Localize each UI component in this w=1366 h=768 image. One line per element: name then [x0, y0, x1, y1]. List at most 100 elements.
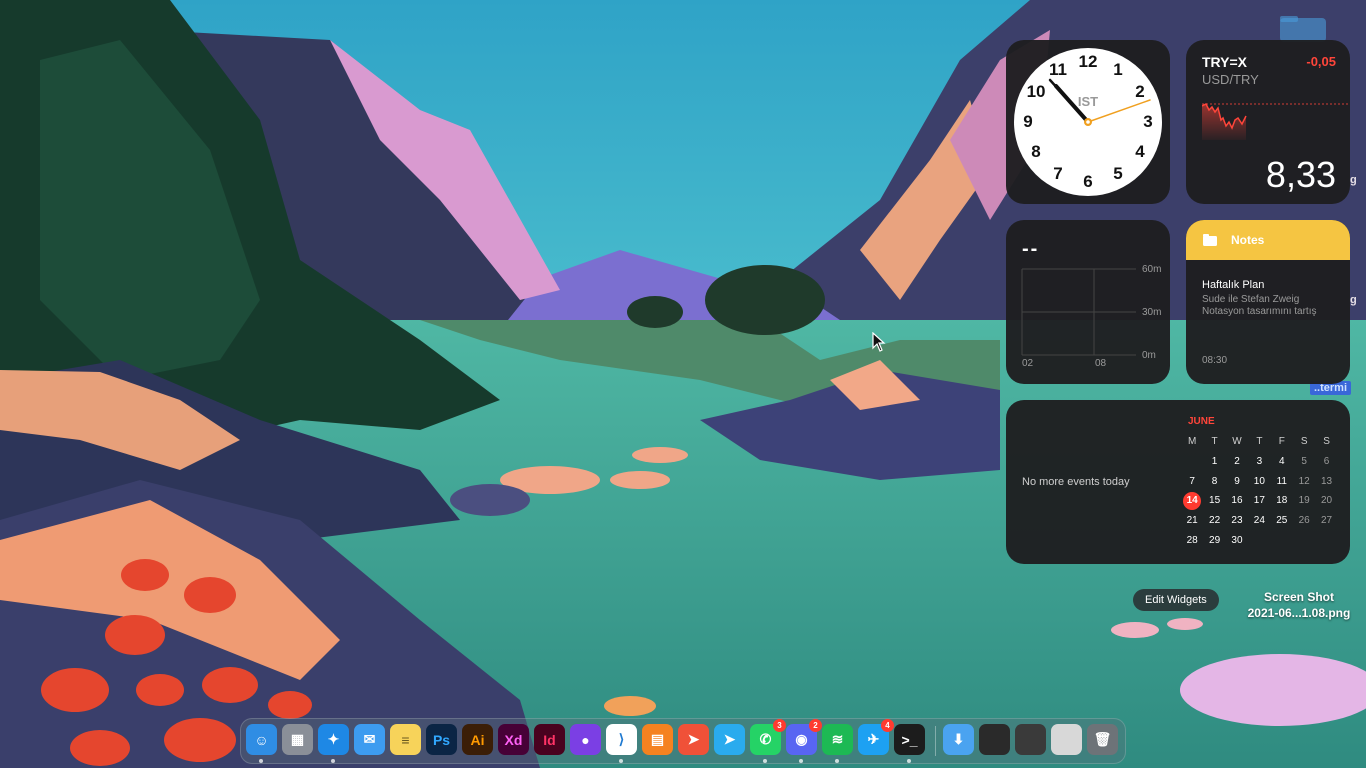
dock-window-1-icon[interactable]: [979, 724, 1010, 755]
calendar-day[interactable]: 10: [1248, 472, 1270, 492]
dock-window-2-icon[interactable]: [1015, 724, 1046, 755]
calendar-day[interactable]: 9: [1226, 472, 1248, 492]
dock-separator: [935, 726, 936, 756]
folder-icon: [1203, 234, 1217, 246]
note-time: 08:30: [1202, 355, 1228, 366]
calendar-empty-cell: [1271, 531, 1293, 551]
dock-app-discord-icon[interactable]: ◉ 2: [786, 719, 822, 755]
dock-app-launchpad-icon[interactable]: ▦: [282, 724, 313, 755]
calendar-day[interactable]: 19: [1293, 491, 1315, 511]
calendar-day[interactable]: 30: [1226, 531, 1248, 551]
stocks-widget[interactable]: TRY=X -0,05 USD/TRY 8,33: [1186, 40, 1350, 204]
clock-hands: [1048, 78, 1151, 126]
screen-time-xlabel-08: 08: [1095, 358, 1107, 369]
calendar-day[interactable]: 12: [1293, 472, 1315, 492]
dock-app-books-icon[interactable]: ▤: [642, 724, 673, 755]
calendar-day[interactable]: 26: [1293, 511, 1315, 531]
calendar-day[interactable]: 2: [1226, 452, 1248, 472]
notes-header: Notes: [1186, 220, 1350, 260]
dock-app-indesign-icon[interactable]: Id: [534, 724, 565, 755]
screen-time-widget[interactable]: -- 60m 30m 0m 02 08: [1006, 220, 1170, 384]
dock-app-terminal-icon[interactable]: >_: [894, 724, 925, 755]
calendar-day[interactable]: 18: [1271, 491, 1293, 511]
dock-app-telegram-icon[interactable]: ➤: [714, 724, 745, 755]
calendar-day[interactable]: 11: [1271, 472, 1293, 492]
calendar-day[interactable]: 4: [1271, 452, 1293, 472]
stock-symbol: TRY=X: [1202, 54, 1247, 70]
notes-widget[interactable]: Notes Haftalık Plan Sude ile Stefan Zwei…: [1186, 220, 1350, 384]
dock-app-photoshop-icon[interactable]: Ps: [426, 724, 457, 755]
stock-sparkline: [1202, 102, 1350, 140]
calendar-day[interactable]: 20: [1315, 491, 1337, 511]
dock-badge: 3: [773, 719, 786, 732]
calendar-day[interactable]: 17: [1248, 491, 1270, 511]
dock-app-visual-studio-code-icon[interactable]: ⟩: [606, 724, 637, 755]
dock-app-twitter-icon[interactable]: ✈ 4: [858, 719, 894, 755]
dock-trash-icon[interactable]: 🗑: [1087, 724, 1118, 755]
calendar-day[interactable]: 16: [1226, 491, 1248, 511]
note-body: Sude ile Stefan Zweig Notasyon tasarımın…: [1202, 294, 1317, 317]
calendar-weekday: S: [1323, 436, 1330, 447]
desktop-file-name-line1: Screen Shot: [1263, 590, 1335, 604]
screen-time-ylabel-60m: 60m: [1142, 264, 1162, 275]
edit-widgets-button[interactable]: Edit Widgets: [1133, 589, 1219, 611]
calendar-empty-cell: [1248, 531, 1270, 551]
calendar-day[interactable]: 29: [1203, 531, 1225, 551]
calendar-day[interactable]: 21: [1181, 511, 1203, 531]
dock-app-safari-icon[interactable]: ✦: [318, 724, 349, 755]
calendar-day-today[interactable]: 14: [1181, 491, 1203, 511]
calendar-weekday: T: [1211, 436, 1218, 447]
dock-running-indicator: [619, 759, 623, 763]
calendar-day[interactable]: 15: [1203, 491, 1225, 511]
calendar-day[interactable]: 1: [1203, 452, 1225, 472]
desktop-label-fragment: g: [1350, 294, 1357, 306]
calendar-day[interactable]: 27: [1315, 511, 1337, 531]
dock-running-indicator: [799, 759, 803, 763]
calendar-day[interactable]: 13: [1315, 472, 1337, 492]
dock-running-indicator: [331, 759, 335, 763]
calendar-day[interactable]: 3: [1248, 452, 1270, 472]
calendar-day[interactable]: 23: [1226, 511, 1248, 531]
stock-name: USD/TRY: [1202, 72, 1259, 87]
desktop-folder-icon[interactable]: [1278, 14, 1328, 42]
desktop-label-fragment: g: [1350, 174, 1357, 186]
calendar-day[interactable]: 24: [1248, 511, 1270, 531]
calendar-day[interactable]: 25: [1271, 511, 1293, 531]
calendar-grid: M T W T F S S 1 2 3 4 5 6 7 8 9 10 11 12 13 14 15 16 17 18 19 20 21…: [1181, 432, 1338, 551]
dock-badge: 2: [809, 719, 822, 732]
screen-time-xlabel-02: 02: [1022, 358, 1034, 369]
calendar-weekday: M: [1188, 436, 1197, 447]
dock-app-firefox-icon[interactable]: ●: [570, 724, 601, 755]
dock-app-illustrator-icon[interactable]: Ai: [462, 724, 493, 755]
notes-header-title: Notes: [1231, 233, 1265, 247]
calendar-day[interactable]: 28: [1181, 531, 1203, 551]
calendar-day[interactable]: 5: [1293, 452, 1315, 472]
dock-running-indicator: [835, 759, 839, 763]
calendar-weekday: S: [1300, 436, 1308, 447]
dock-app-finder-icon[interactable]: ☺: [246, 724, 277, 755]
clock-face: 12 1 2 3 4 5 6 7 8 9 10 11 IST: [1014, 48, 1162, 196]
desktop-file-name-line2: 2021-06...1.08.png: [1247, 606, 1351, 620]
dock-app-notes-icon[interactable]: ≡: [390, 724, 421, 755]
calendar-day[interactable]: 7: [1181, 472, 1203, 492]
calendar-month: JUNE: [1188, 416, 1215, 427]
clock-widget[interactable]: 12 1 2 3 4 5 6 7 8 9 10 11 IST: [1006, 40, 1170, 204]
dock-window-3-icon[interactable]: [1051, 724, 1082, 755]
calendar-no-events: No more events today: [1022, 476, 1130, 488]
desktop-file-screenshot[interactable]: Screen Shot 2021-06...1.08.png: [1232, 589, 1366, 621]
stock-price: 8,33: [1265, 154, 1336, 195]
screen-time-ylabel-30m: 30m: [1142, 307, 1162, 318]
calendar-day[interactable]: 8: [1203, 472, 1225, 492]
dock-app-adobe-xd-icon[interactable]: Xd: [498, 724, 529, 755]
calendar-weekday: T: [1256, 436, 1263, 447]
dock-app-mail-icon[interactable]: ✉: [354, 724, 385, 755]
calendar-day[interactable]: 22: [1203, 511, 1225, 531]
calendar-day[interactable]: 6: [1315, 452, 1337, 472]
calendar-weekday: F: [1278, 436, 1285, 447]
dock-app-spotify-icon[interactable]: ≋: [822, 724, 853, 755]
dock-downloads-icon[interactable]: ⬇: [943, 724, 974, 755]
dock-badge: 4: [881, 719, 894, 732]
dock-app-whatsapp-icon[interactable]: ✆ 3: [750, 719, 786, 755]
dock-app-swift-playgrounds-icon[interactable]: ➤: [678, 724, 709, 755]
calendar-widget[interactable]: No more events today JUNE MTWTFSS1234567…: [1006, 400, 1350, 564]
